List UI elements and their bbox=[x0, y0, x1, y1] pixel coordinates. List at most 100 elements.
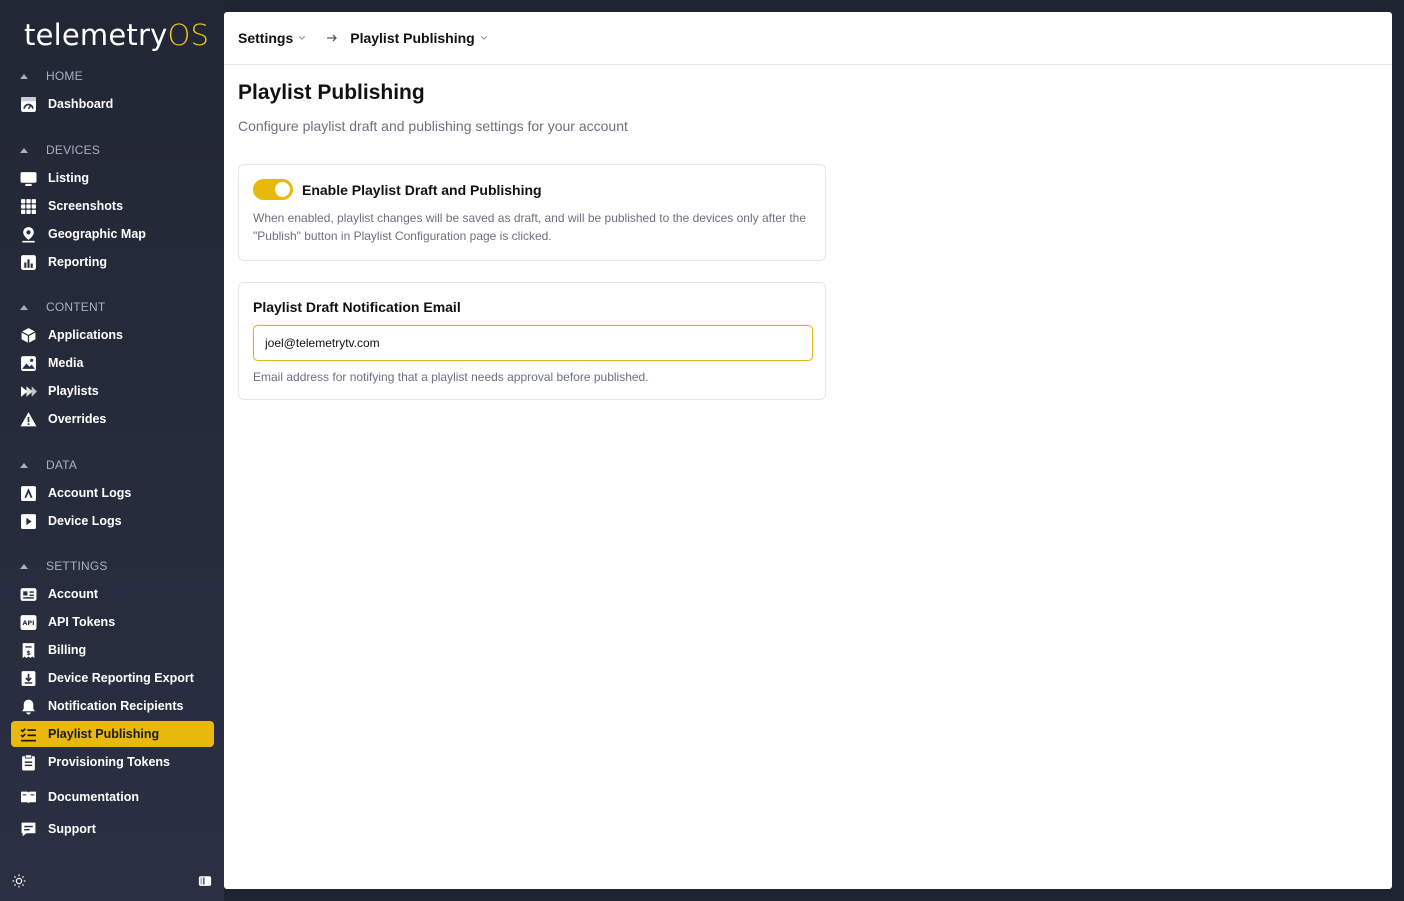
logo-main: telemetry bbox=[24, 18, 168, 52]
bar-chart-icon bbox=[20, 254, 37, 271]
playlist-icon bbox=[20, 383, 37, 400]
device-log-icon bbox=[20, 513, 37, 530]
warning-icon bbox=[20, 411, 37, 428]
caret-up-icon bbox=[20, 563, 28, 569]
breadcrumb-settings[interactable]: Settings bbox=[238, 30, 306, 46]
section-label: DATA bbox=[46, 458, 78, 472]
sidebar-item-label: Support bbox=[48, 822, 96, 836]
sidebar-item-support[interactable]: Support bbox=[11, 816, 214, 842]
sidebar-item-device-reporting-export[interactable]: Device Reporting Export bbox=[11, 665, 214, 691]
sidebar-item-label: Playlist Publishing bbox=[48, 727, 160, 741]
section-label: SETTINGS bbox=[46, 559, 108, 573]
toggle-knob bbox=[275, 182, 290, 197]
sidebar-item-applications[interactable]: Applications bbox=[11, 322, 214, 348]
sidebar-item-dashboard[interactable]: Dashboard bbox=[11, 91, 214, 117]
sidebar-item-device-logs[interactable]: Device Logs bbox=[11, 508, 214, 534]
sidebar-item-label: Listing bbox=[48, 171, 89, 185]
sidebar-item-api-tokens[interactable]: API API Tokens bbox=[11, 609, 214, 635]
sidebar-item-label: Notification Recipients bbox=[48, 699, 184, 713]
sidebar-item-label: Account Logs bbox=[48, 486, 132, 500]
sidebar-item-label: Media bbox=[48, 356, 84, 370]
section-label: CONTENT bbox=[46, 300, 106, 314]
section-toggle-devices[interactable]: DEVICES bbox=[20, 142, 100, 158]
breadcrumb-playlist-publishing[interactable]: Playlist Publishing bbox=[350, 30, 487, 46]
sidebar-item-reporting[interactable]: Reporting bbox=[11, 249, 214, 275]
breadcrumb-label: Playlist Publishing bbox=[350, 30, 475, 46]
sidebar-item-geographic-map[interactable]: Geographic Map bbox=[11, 221, 214, 247]
collapse-sidebar-icon[interactable] bbox=[197, 873, 213, 889]
sidebar-item-overrides[interactable]: Overrides bbox=[11, 406, 214, 432]
sidebar-item-label: Account bbox=[48, 587, 98, 601]
sidebar-item-playlist-publishing[interactable]: Playlist Publishing bbox=[11, 721, 214, 747]
download-icon bbox=[20, 670, 37, 687]
sidebar-item-documentation[interactable]: Documentation bbox=[11, 784, 214, 810]
caret-up-icon bbox=[20, 73, 28, 79]
sidebar-item-provisioning-tokens[interactable]: Provisioning Tokens bbox=[11, 749, 214, 775]
caret-up-icon bbox=[20, 147, 28, 153]
sidebar-item-media[interactable]: Media bbox=[11, 350, 214, 376]
enable-publishing-toggle[interactable] bbox=[253, 179, 293, 200]
toggle-label: Enable Playlist Draft and Publishing bbox=[302, 181, 542, 198]
section-toggle-settings[interactable]: SETTINGS bbox=[20, 558, 108, 574]
sidebar-item-billing[interactable]: $ Billing bbox=[11, 637, 214, 663]
section-toggle-data[interactable]: DATA bbox=[20, 457, 77, 473]
sidebar-item-label: Playlists bbox=[48, 384, 99, 398]
monitor-icon bbox=[20, 170, 37, 187]
section-label: DEVICES bbox=[46, 143, 101, 157]
chevron-down-icon bbox=[480, 36, 487, 40]
id-card-icon bbox=[20, 586, 37, 603]
publishing-settings-card: Enable Playlist Draft and Publishing Whe… bbox=[238, 164, 826, 261]
api-icon: API bbox=[20, 614, 37, 631]
bell-icon bbox=[20, 698, 37, 715]
sidebar-item-label: Documentation bbox=[48, 790, 139, 804]
notification-email-card: Playlist Draft Notification Email Email … bbox=[238, 282, 826, 400]
sidebar-item-label: Billing bbox=[48, 643, 87, 657]
sidebar-item-label: Overrides bbox=[48, 412, 107, 426]
svg-text:API: API bbox=[23, 619, 35, 627]
toggle-description: When enabled, playlist changes will be s… bbox=[253, 211, 806, 243]
clipboard-icon bbox=[20, 753, 37, 771]
main-panel: Settings Playlist Publishing Playlist Pu… bbox=[224, 12, 1392, 889]
sidebar-item-playlists[interactable]: Playlists bbox=[11, 378, 214, 404]
app-window: telemetryOS HOME Dashboard DEVICES Listi… bbox=[0, 0, 1404, 901]
sidebar-item-label: Provisioning Tokens bbox=[48, 755, 171, 769]
page-content: Playlist Publishing Configure playlist d… bbox=[224, 65, 1392, 416]
caret-up-icon bbox=[20, 304, 28, 310]
sidebar-item-label: Applications bbox=[48, 328, 124, 342]
page-title: Playlist Publishing bbox=[238, 81, 425, 104]
publishing-toggle-row: Enable Playlist Draft and Publishing bbox=[253, 179, 811, 200]
image-icon bbox=[20, 355, 37, 372]
email-field-label: Playlist Draft Notification Email bbox=[253, 299, 461, 315]
arrow-right-icon bbox=[327, 34, 338, 42]
invoice-icon: $ bbox=[20, 642, 37, 659]
theme-toggle-sun-icon[interactable] bbox=[11, 873, 27, 889]
logo-accent: OS bbox=[167, 18, 210, 52]
page-subtitle: Configure playlist draft and publishing … bbox=[238, 118, 628, 134]
sidebar: telemetryOS HOME Dashboard DEVICES Listi… bbox=[0, 0, 224, 901]
account-log-icon bbox=[20, 485, 37, 502]
dashboard-icon bbox=[20, 96, 37, 113]
chevron-down-icon bbox=[299, 36, 306, 40]
sidebar-item-label: Screenshots bbox=[48, 199, 124, 213]
map-pin-icon bbox=[20, 226, 37, 243]
sidebar-item-label: Reporting bbox=[48, 255, 108, 269]
breadcrumb: Settings Playlist Publishing bbox=[224, 12, 1392, 65]
logo: telemetryOS bbox=[24, 18, 209, 52]
section-toggle-content[interactable]: CONTENT bbox=[20, 299, 105, 315]
sidebar-item-account-logs[interactable]: Account Logs bbox=[11, 480, 214, 506]
caret-up-icon bbox=[20, 462, 28, 468]
notification-email-input[interactable] bbox=[253, 325, 813, 361]
sidebar-item-label: Geographic Map bbox=[48, 227, 146, 241]
sidebar-item-label: Dashboard bbox=[48, 97, 114, 111]
sidebar-item-screenshots[interactable]: Screenshots bbox=[11, 193, 214, 219]
sidebar-item-label: Device Reporting Export bbox=[48, 671, 194, 685]
sidebar-item-notification-recipients[interactable]: Notification Recipients bbox=[11, 693, 214, 719]
section-label: HOME bbox=[46, 69, 83, 83]
sidebar-item-account[interactable]: Account bbox=[11, 581, 214, 607]
grid-icon bbox=[20, 198, 37, 215]
section-toggle-home[interactable]: HOME bbox=[20, 68, 83, 84]
sidebar-item-listing[interactable]: Listing bbox=[11, 165, 214, 191]
email-field-help: Email address for notifying that a playl… bbox=[253, 370, 649, 384]
checklist-icon bbox=[20, 726, 37, 743]
cube-icon bbox=[20, 327, 37, 344]
